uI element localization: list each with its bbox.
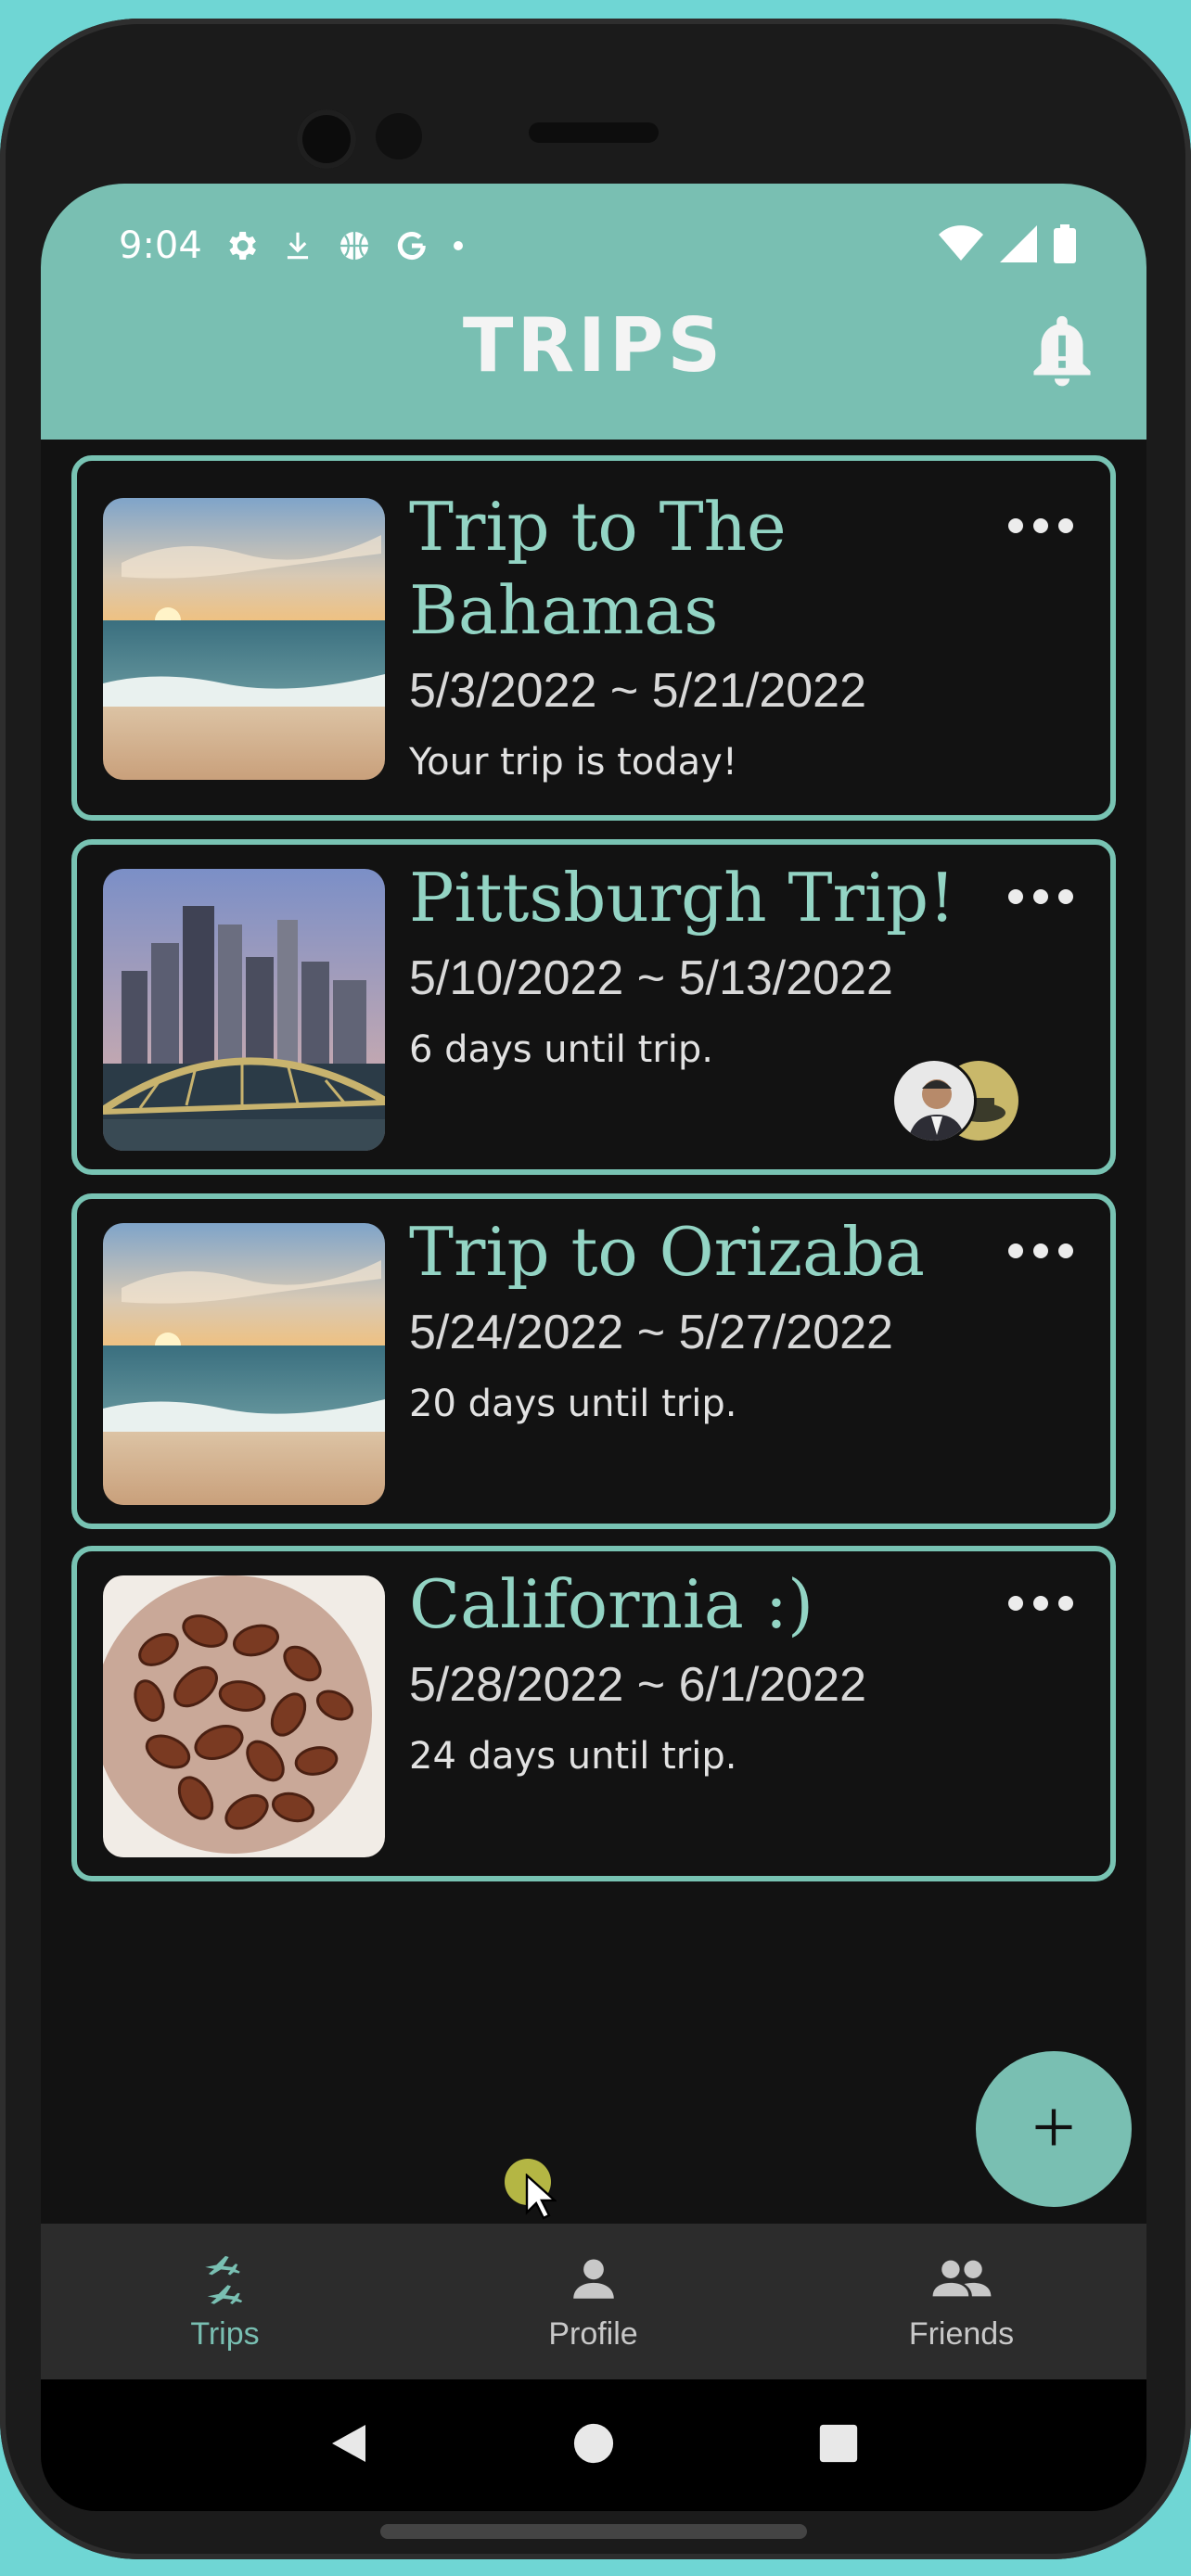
trip-title: Pittsburgh Trip! (409, 859, 956, 937)
battery-icon (1054, 224, 1076, 267)
more-options-icon[interactable] (1008, 1592, 1073, 1614)
front-camera (297, 109, 356, 169)
plus-icon (1030, 2103, 1078, 2155)
nav-item-friends[interactable]: Friends (777, 2224, 1146, 2379)
page-title: TRIPS (462, 302, 725, 389)
status-bar-right (939, 204, 1076, 287)
people-icon (929, 2251, 994, 2309)
trip-countdown: Your trip is today! (409, 741, 737, 784)
earpiece-speaker (529, 122, 659, 143)
nav-item-trips[interactable]: Trips (41, 2224, 409, 2379)
trip-title: Trip to Orizaba (409, 1213, 925, 1291)
trip-countdown: 6 days until trip. (409, 1028, 713, 1071)
recents-icon[interactable] (818, 2423, 859, 2468)
nav-label: Profile (548, 2315, 638, 2352)
trip-dates: 5/28/2022 ~ 6/1/2022 (409, 1658, 867, 1712)
trip-thumbnail-beach (103, 1223, 385, 1505)
trip-thumbnail-beach (103, 498, 385, 780)
trip-card[interactable]: Trip to The Bahamas 5/3/2022 ~ 5/21/2022… (71, 455, 1116, 821)
status-time: 9:04 (119, 224, 202, 267)
nav-label: Friends (908, 2315, 1015, 2352)
wifi-icon (939, 225, 983, 266)
app-screen: 9:04 TRIPS Trip to The Bahamas 5/3/2022 … (41, 184, 1146, 2511)
trip-dates: 5/3/2022 ~ 5/21/2022 (409, 664, 867, 718)
bell-icon[interactable] (1026, 312, 1098, 399)
trip-title: California :) (409, 1565, 814, 1643)
trip-card[interactable]: Pittsburgh Trip! 5/10/2022 ~ 5/13/2022 6… (71, 839, 1116, 1175)
nav-label: Trips (190, 2315, 260, 2352)
app-header: 9:04 TRIPS (41, 184, 1146, 440)
trip-countdown: 24 days until trip. (409, 1735, 737, 1778)
signal-icon (1000, 225, 1037, 266)
trip-countdown: 20 days until trip. (409, 1383, 737, 1425)
device-bottom-edge (380, 2524, 807, 2539)
bottom-navigation: Trips Profile Friends (41, 2224, 1146, 2379)
pointer-cursor-icon (525, 2173, 558, 2224)
download-icon (280, 227, 315, 264)
plane-arrows-icon (198, 2251, 252, 2309)
gear-icon (223, 227, 260, 264)
phone-frame: 9:04 TRIPS Trip to The Bahamas 5/3/2022 … (0, 19, 1191, 2559)
notification-dot-icon (451, 238, 466, 253)
google-icon (393, 227, 430, 264)
front-sensor (376, 113, 422, 159)
trip-dates: 5/10/2022 ~ 5/13/2022 (409, 951, 893, 1005)
system-navigation-bar (41, 2379, 1146, 2511)
back-icon[interactable] (328, 2421, 369, 2469)
trip-dates: 5/24/2022 ~ 5/27/2022 (409, 1306, 893, 1359)
nav-item-profile[interactable]: Profile (409, 2224, 777, 2379)
trip-members[interactable] (891, 1058, 1021, 1145)
more-options-icon[interactable] (1008, 515, 1073, 537)
trip-title: Trip to The Bahamas (409, 488, 787, 649)
trip-card[interactable]: California :) 5/28/2022 ~ 6/1/2022 24 da… (71, 1546, 1116, 1881)
trip-card[interactable]: Trip to Orizaba 5/24/2022 ~ 5/27/2022 20… (71, 1193, 1116, 1529)
trip-thumbnail-pecans (103, 1575, 385, 1857)
add-trip-button[interactable] (976, 2051, 1132, 2207)
status-bar: 9:04 (119, 204, 466, 287)
more-options-icon[interactable] (1008, 886, 1073, 908)
avatar (891, 1058, 977, 1143)
person-icon (567, 2251, 621, 2309)
more-options-icon[interactable] (1008, 1240, 1073, 1262)
home-icon[interactable] (572, 2422, 615, 2468)
trip-thumbnail-city (103, 869, 385, 1151)
basketball-icon (336, 227, 373, 264)
